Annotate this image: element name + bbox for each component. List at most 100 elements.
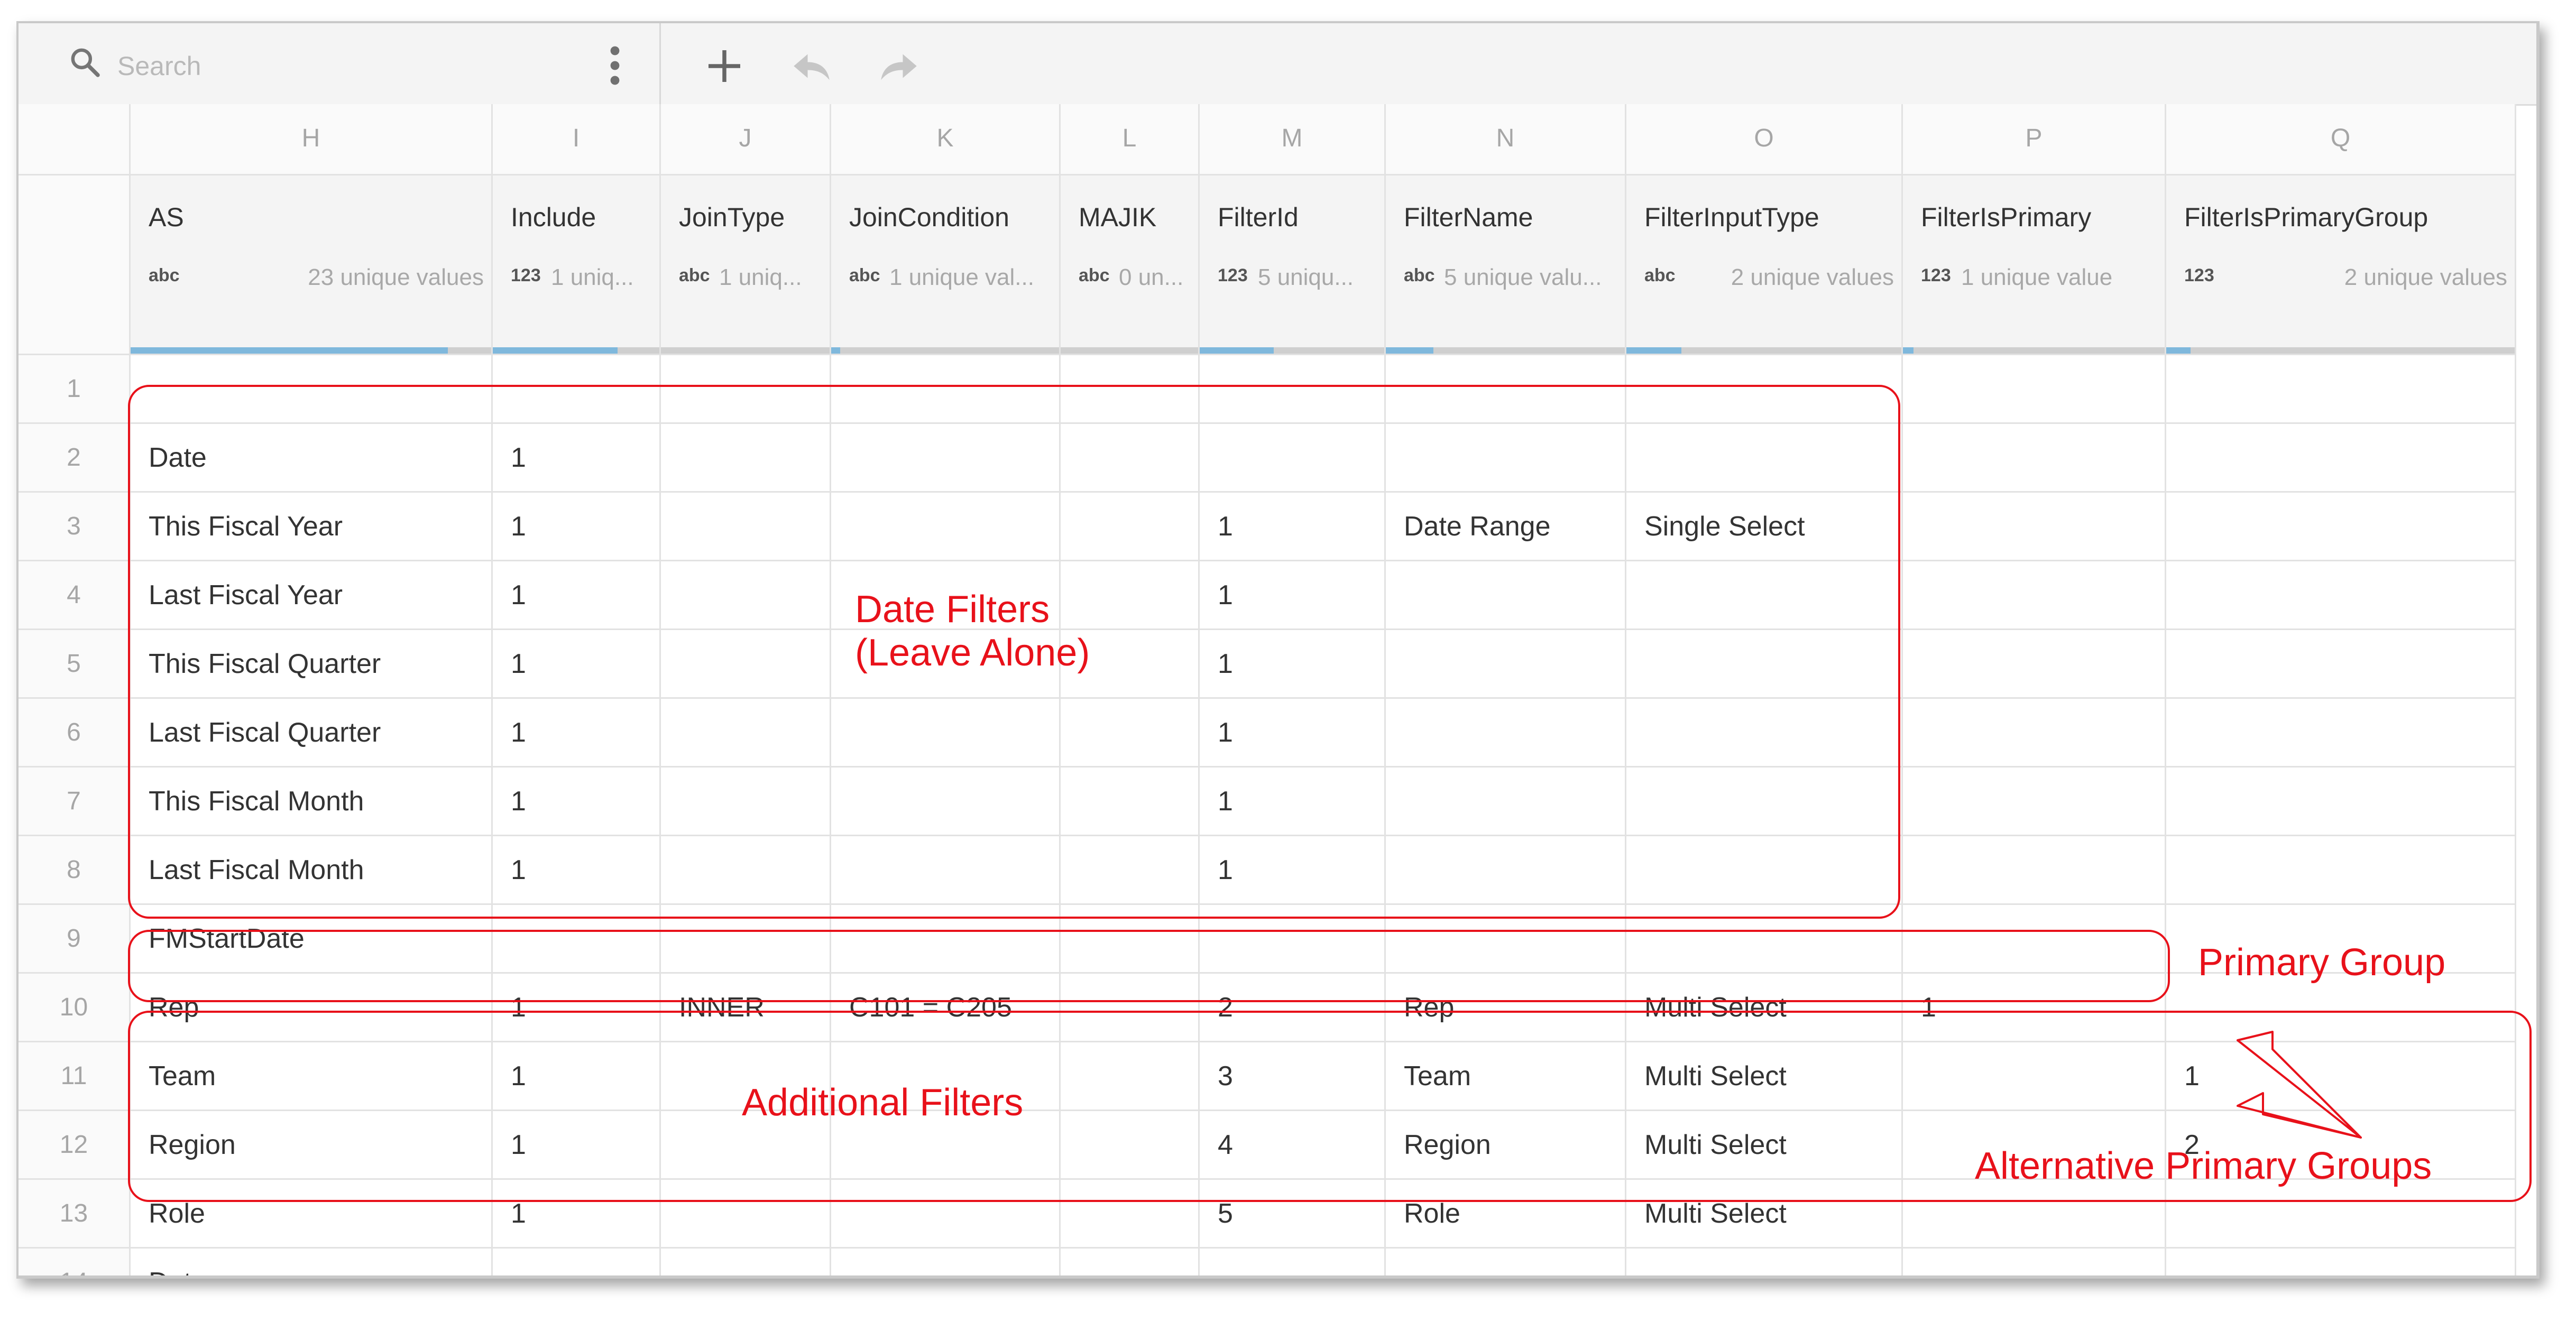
column-letter-P[interactable]: P xyxy=(1903,104,2166,175)
search-input[interactable] xyxy=(116,50,594,82)
column-letter-O[interactable]: O xyxy=(1626,104,1903,175)
column-summary: 2 unique values xyxy=(1731,264,1894,290)
row-number[interactable]: 9 xyxy=(19,905,131,974)
table-cell[interactable] xyxy=(1386,1249,1626,1275)
column-distribution-fill xyxy=(2166,347,2191,354)
row-number[interactable]: 3 xyxy=(19,493,131,561)
table-cell[interactable] xyxy=(1626,1249,1903,1275)
column-distribution-bar xyxy=(1200,347,1384,354)
table-cell[interactable] xyxy=(493,1249,661,1275)
column-letter-Q[interactable]: Q xyxy=(2166,104,2516,175)
column-header-P[interactable]: FilterIsPrimary 123 1 unique value xyxy=(1903,175,2166,355)
column-type-badge: abc xyxy=(149,265,180,285)
column-distribution-fill xyxy=(831,347,841,354)
column-name: JoinType xyxy=(679,202,785,232)
date-filters-label-line1: Date Filters xyxy=(855,588,1050,631)
add-icon[interactable] xyxy=(701,42,748,90)
column-header-M[interactable]: FilterId 123 5 uniqu... xyxy=(1200,175,1386,355)
column-summary: 1 unique value xyxy=(1961,264,2113,290)
column-header-row: AS abc 23 unique values Include 123 1 uniq...… xyxy=(19,175,2536,355)
table-cell[interactable] xyxy=(1903,836,2166,905)
column-header-H[interactable]: AS abc 23 unique values xyxy=(131,175,493,355)
table-cell[interactable] xyxy=(2166,630,2516,699)
row-number[interactable]: 14 xyxy=(19,1249,131,1275)
table-cell[interactable] xyxy=(2166,424,2516,493)
row-number[interactable]: 8 xyxy=(19,836,131,905)
table-cell[interactable] xyxy=(1903,768,2166,836)
row-number[interactable]: 1 xyxy=(19,355,131,424)
table-cell[interactable] xyxy=(2166,493,2516,561)
column-distribution-fill xyxy=(1626,347,1681,354)
row-number[interactable]: 5 xyxy=(19,630,131,699)
column-header-J[interactable]: JoinType abc 1 uniq... xyxy=(661,175,831,355)
column-distribution-bar xyxy=(1626,347,1901,354)
alternative-primary-groups-label: Alternative Primary Groups xyxy=(1975,1145,2432,1187)
table-cell[interactable] xyxy=(661,1249,831,1275)
column-header-I[interactable]: Include 123 1 uniq... xyxy=(493,175,661,355)
column-letter-J[interactable]: J xyxy=(661,104,831,175)
table-cell[interactable] xyxy=(2166,355,2516,424)
column-type-badge: 123 xyxy=(511,265,541,285)
column-letter-row: HIJKLMNOPQ xyxy=(19,104,2536,175)
primary-group-outline xyxy=(128,930,2170,1002)
table-cell[interactable] xyxy=(2166,768,2516,836)
column-summary: 0 un... xyxy=(1119,264,1184,290)
column-distribution-bar xyxy=(1386,347,1625,354)
table-cell[interactable] xyxy=(1061,1249,1200,1275)
column-type-badge: abc xyxy=(849,265,880,285)
table-cell[interactable] xyxy=(1200,1249,1386,1275)
date-filters-label: Date Filters (Leave Alone) xyxy=(855,588,1090,674)
column-type-badge: abc xyxy=(1404,265,1435,285)
column-letter-K[interactable]: K xyxy=(831,104,1061,175)
row-number[interactable]: 12 xyxy=(19,1111,131,1180)
column-distribution-bar xyxy=(1061,347,1198,354)
table-cell[interactable] xyxy=(1903,355,2166,424)
column-letter-H[interactable]: H xyxy=(131,104,493,175)
table-cell[interactable] xyxy=(1903,561,2166,630)
column-type-badge: 123 xyxy=(1921,265,1951,285)
column-header-Q[interactable]: FilterIsPrimaryGroup 123 2 unique values xyxy=(2166,175,2516,355)
undo-icon[interactable] xyxy=(788,42,835,90)
column-name: FilterInputType xyxy=(1644,202,1819,232)
table-cell[interactable] xyxy=(2166,1249,2516,1275)
column-letter-M[interactable]: M xyxy=(1200,104,1386,175)
column-header-O[interactable]: FilterInputType abc 2 unique values xyxy=(1626,175,1903,355)
table-cell[interactable] xyxy=(1903,424,2166,493)
search-icon[interactable] xyxy=(68,45,102,79)
more-vert-icon[interactable] xyxy=(604,44,625,87)
column-type-badge: abc xyxy=(1644,265,1676,285)
column-header-N[interactable]: FilterName abc 5 unique valu... xyxy=(1386,175,1626,355)
table-cell[interactable] xyxy=(1903,1249,2166,1275)
row-number[interactable]: 10 xyxy=(19,974,131,1042)
corner-cell[interactable] xyxy=(19,104,131,175)
table-cell[interactable]: Date xyxy=(131,1249,493,1275)
row-number[interactable]: 6 xyxy=(19,699,131,768)
column-header-L[interactable]: MAJIK abc 0 un... xyxy=(1061,175,1200,355)
table-cell[interactable] xyxy=(1903,493,2166,561)
column-header-K[interactable]: JoinCondition abc 1 unique val... xyxy=(831,175,1061,355)
column-summary: 23 unique values xyxy=(308,264,484,290)
row-number[interactable]: 4 xyxy=(19,561,131,630)
table-cell[interactable] xyxy=(2166,699,2516,768)
table-cell[interactable] xyxy=(831,1249,1061,1275)
column-type-badge: 123 xyxy=(2184,265,2214,285)
table-cell[interactable] xyxy=(1903,630,2166,699)
row-number[interactable]: 7 xyxy=(19,768,131,836)
row-number[interactable]: 2 xyxy=(19,424,131,493)
header-corner xyxy=(19,175,131,355)
column-letter-I[interactable]: I xyxy=(493,104,661,175)
column-distribution-bar xyxy=(661,347,830,354)
table-cell[interactable] xyxy=(1903,699,2166,768)
column-distribution-fill xyxy=(1903,347,1913,354)
redo-icon[interactable] xyxy=(875,42,923,90)
table-cell[interactable] xyxy=(2166,836,2516,905)
column-summary: 5 uniqu... xyxy=(1258,264,1354,290)
column-summary: 2 unique values xyxy=(2344,264,2507,290)
row-number[interactable]: 13 xyxy=(19,1180,131,1249)
row-number[interactable]: 11 xyxy=(19,1042,131,1111)
column-letter-L[interactable]: L xyxy=(1061,104,1200,175)
column-letter-N[interactable]: N xyxy=(1386,104,1626,175)
column-name: Include xyxy=(511,202,596,232)
column-distribution-bar xyxy=(131,347,491,354)
table-cell[interactable] xyxy=(2166,561,2516,630)
